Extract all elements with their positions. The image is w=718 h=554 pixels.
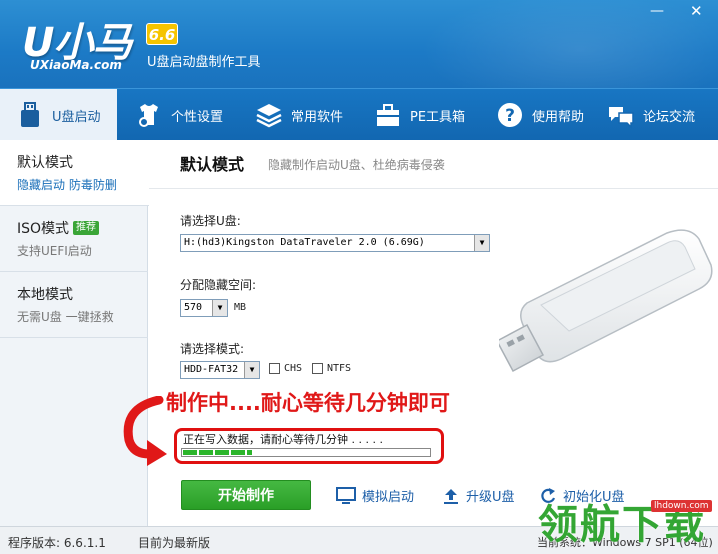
sidebar-item-desc: 支持UEFI启动 bbox=[17, 244, 92, 258]
sidebar-item-title: 默认模式 bbox=[17, 155, 73, 171]
nav-label: 论坛交流 bbox=[643, 109, 696, 125]
recommend-badge: 推荐 bbox=[73, 221, 100, 235]
mode-label: 请选择模式: bbox=[180, 342, 245, 356]
update-status: 目前为最新版 bbox=[138, 536, 211, 550]
nav-label: 使用帮助 bbox=[532, 109, 585, 125]
usb-drive-icon bbox=[16, 101, 44, 129]
dropdown-arrow-icon[interactable]: ▼ bbox=[244, 362, 259, 378]
dropdown-arrow-icon[interactable]: ▼ bbox=[212, 300, 227, 316]
status-annotation: 制作中....耐心等待几分钟即可 bbox=[166, 391, 450, 415]
minimize-button[interactable]: — bbox=[650, 4, 664, 18]
mode-sidebar: 默认模式 隐藏启动 防毒防删 ISO模式 推荐 支持UEFI启动 本地模式 无需… bbox=[0, 140, 149, 526]
checkbox-box[interactable] bbox=[312, 363, 323, 374]
chat-bubbles-icon bbox=[607, 101, 635, 129]
hidden-space-label: 分配隐藏空间: bbox=[180, 278, 257, 292]
progress-bar-fill bbox=[183, 450, 253, 455]
watermark-url: lhdown.com bbox=[651, 500, 712, 512]
chs-checkbox[interactable]: CHS bbox=[269, 363, 302, 374]
progress-bar bbox=[181, 448, 431, 457]
upload-icon bbox=[442, 487, 460, 505]
divider bbox=[149, 188, 718, 189]
checkbox-box[interactable] bbox=[269, 363, 280, 374]
mode-select[interactable]: HDD-FAT32 ▼ bbox=[180, 361, 260, 379]
usb-drive-illustration bbox=[499, 229, 713, 373]
disk-label: 请选择U盘: bbox=[180, 214, 241, 228]
disk-select-value: H:(hd3)Kingston DataTraveler 2.0 (6.69G) bbox=[184, 237, 425, 248]
mode-select-value: HDD-FAT32 bbox=[184, 364, 239, 375]
svg-text:?: ? bbox=[505, 106, 515, 126]
ntfs-label: NTFS bbox=[327, 363, 352, 374]
hidden-space-select[interactable]: 570 ▼ bbox=[180, 299, 228, 317]
nav-software[interactable]: 常用软件 bbox=[255, 89, 343, 141]
upgrade-usb-button[interactable]: 升级U盘 bbox=[442, 486, 515, 505]
shirt-gear-icon bbox=[135, 101, 163, 129]
main-panel: 默认模式 隐藏制作启动U盘、杜绝病毒侵袭 请选择U盘: H:(hd3)Kings… bbox=[123, 140, 718, 526]
monitor-icon bbox=[336, 486, 356, 505]
help-icon: ? bbox=[496, 101, 524, 129]
hidden-space-unit: MB bbox=[234, 302, 247, 313]
simulate-boot-label: 模拟启动 bbox=[362, 490, 415, 505]
toolbox-icon bbox=[374, 101, 402, 129]
disk-select[interactable]: H:(hd3)Kingston DataTraveler 2.0 (6.69G)… bbox=[180, 234, 490, 252]
simulate-boot-button[interactable]: 模拟启动 bbox=[336, 486, 414, 505]
progress-status-text: 正在写入数据，请耐心等待几分钟 . . . . . bbox=[183, 433, 383, 446]
page-title: 默认模式 bbox=[180, 155, 245, 174]
nav-label: 常用软件 bbox=[291, 109, 344, 125]
sidebar-item-local-mode[interactable]: 本地模式 无需U盘 一键拯救 bbox=[0, 272, 148, 338]
page-description: 隐藏制作启动U盘、杜绝病毒侵袭 bbox=[268, 158, 445, 172]
sidebar-item-default-mode[interactable]: 默认模式 隐藏启动 防毒防删 bbox=[0, 140, 149, 206]
nav-usb-boot[interactable]: U盘启动 bbox=[0, 89, 117, 141]
ntfs-checkbox[interactable]: NTFS bbox=[312, 363, 351, 374]
sidebar-item-desc: 无需U盘 一键拯救 bbox=[17, 310, 114, 324]
nav-help[interactable]: ? 使用帮助 bbox=[496, 89, 584, 141]
red-arrow-icon bbox=[123, 396, 167, 466]
nav-forum[interactable]: 论坛交流 bbox=[607, 89, 695, 141]
title-bar: U小马 6.6 UXiaoMa.com U盘启动盘制作工具 — ✕ bbox=[0, 0, 718, 88]
program-version: 程序版本: 6.6.1.1 bbox=[8, 536, 106, 550]
sidebar-item-desc: 隐藏启动 防毒防删 bbox=[17, 178, 117, 192]
hidden-space-value: 570 bbox=[184, 302, 203, 313]
chs-label: CHS bbox=[284, 363, 303, 374]
logo-site: UXiaoMa.com bbox=[30, 58, 122, 72]
sidebar-item-iso-mode[interactable]: ISO模式 推荐 支持UEFI启动 bbox=[0, 206, 148, 272]
upgrade-usb-label: 升级U盘 bbox=[466, 490, 515, 505]
nav-pe-toolbox[interactable]: PE工具箱 bbox=[374, 89, 465, 141]
start-button[interactable]: 开始制作 bbox=[181, 480, 311, 510]
nav-personalize[interactable]: 个性设置 bbox=[135, 89, 223, 141]
nav-label: 个性设置 bbox=[171, 109, 224, 125]
sidebar-item-title: 本地模式 bbox=[17, 287, 73, 303]
version-badge: 6.6 bbox=[146, 23, 178, 45]
close-button[interactable]: ✕ bbox=[690, 4, 703, 19]
nav-label: U盘启动 bbox=[52, 109, 101, 125]
sidebar-item-title: ISO模式 bbox=[17, 221, 70, 237]
dropdown-arrow-icon[interactable]: ▼ bbox=[474, 235, 489, 251]
main-nav: U盘启动 个性设置 常用软件 PE工具箱 ? 使用帮助 论坛交流 bbox=[0, 88, 718, 141]
nav-label: PE工具箱 bbox=[410, 109, 466, 125]
app-subtitle: U盘启动盘制作工具 bbox=[147, 55, 261, 70]
layers-icon bbox=[255, 101, 283, 129]
